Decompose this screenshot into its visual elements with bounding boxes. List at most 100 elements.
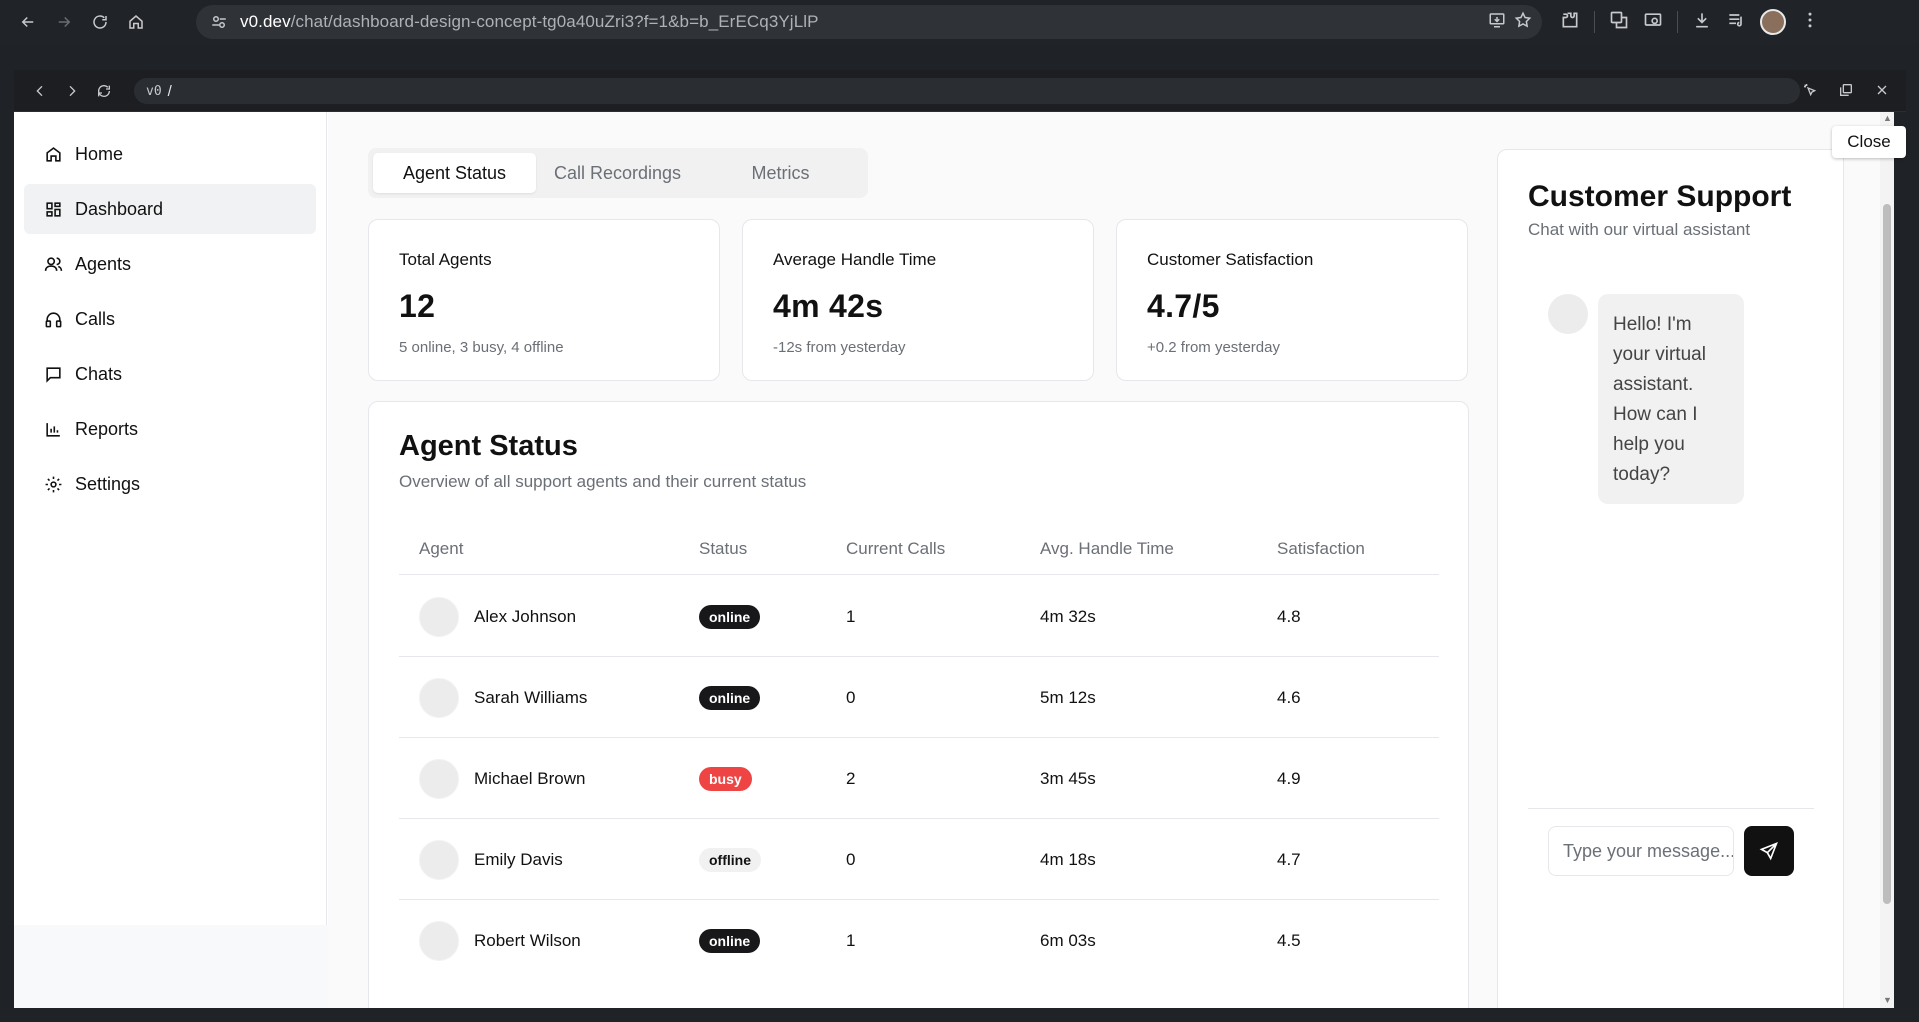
status-cell: online xyxy=(699,657,761,738)
tab-metrics[interactable]: Metrics xyxy=(699,153,862,193)
sidebar-item-label: Dashboard xyxy=(75,198,164,219)
chrome-menu-icon[interactable] xyxy=(1800,10,1820,35)
sidebar-item-label: Chats xyxy=(75,363,123,384)
lens-search-icon[interactable] xyxy=(1643,10,1663,35)
current-calls-cell: 1 xyxy=(846,930,856,950)
open-new-window-icon[interactable] xyxy=(1830,74,1862,106)
stat-value: 12 xyxy=(399,288,436,324)
forward-icon[interactable] xyxy=(46,4,82,40)
v0-logo-icon: v0 xyxy=(146,83,162,99)
sidebar-item-agents[interactable]: Agents xyxy=(24,239,316,289)
close-preview-icon[interactable] xyxy=(1866,74,1898,106)
agent-cell: Sarah Williams xyxy=(419,657,587,738)
site-settings-icon[interactable] xyxy=(204,13,234,31)
sidebar-item-settings[interactable]: Settings xyxy=(24,459,316,509)
sidebar-item-label: Calls xyxy=(75,308,116,329)
agent-cell: Michael Brown xyxy=(419,738,586,819)
reload-icon[interactable] xyxy=(82,4,118,40)
sidebar-item-reports[interactable]: Reports xyxy=(24,404,316,454)
column-header-agent: Agent xyxy=(419,539,464,558)
downloads-icon[interactable] xyxy=(1692,10,1712,35)
message-square-icon xyxy=(46,366,61,383)
current-calls-cell: 1 xyxy=(846,606,856,626)
avatar xyxy=(419,758,459,799)
sidebar-item-dashboard[interactable]: Dashboard xyxy=(24,184,316,234)
avatar xyxy=(419,596,459,637)
avg-handle-time-cell: 3m 45s xyxy=(1040,768,1096,788)
stat-card-total-agents: Total Agents 12 5 online, 3 busy, 4 offl… xyxy=(368,219,720,381)
avg-handle-time-cell: 4m 32s xyxy=(1040,606,1096,626)
agent-name: Robert Wilson xyxy=(474,930,581,950)
table-row: Michael Brown busy 2 3m 45s 4.9 xyxy=(399,738,1439,819)
sidebar-item-home[interactable]: Home xyxy=(24,129,316,179)
preview-url-bar[interactable]: v0 / xyxy=(134,78,1800,104)
agent-cell: Robert Wilson xyxy=(419,900,581,981)
bookmark-star-icon[interactable] xyxy=(1514,11,1532,34)
stat-title: Total Agents xyxy=(399,250,492,269)
translate-icon[interactable] xyxy=(1609,10,1629,35)
agent-name: Michael Brown xyxy=(474,768,586,788)
card-description: Overview of all support agents and their… xyxy=(399,472,807,491)
headphones-icon xyxy=(45,311,62,327)
sidebar-item-label: Home xyxy=(75,143,124,164)
stat-value: 4.7/5 xyxy=(1147,288,1220,324)
back-icon[interactable] xyxy=(10,4,46,40)
home-icon[interactable] xyxy=(118,4,154,40)
sidebar-item-label: Agents xyxy=(75,253,132,274)
status-cell: busy xyxy=(699,738,752,819)
sidebar-item-calls[interactable]: Calls xyxy=(24,294,316,344)
chat-title: Customer Support xyxy=(1528,180,1792,213)
agent-status-card: Agent Status Overview of all support age… xyxy=(368,401,1469,1008)
stat-title: Average Handle Time xyxy=(773,250,937,269)
bot-avatar xyxy=(1548,294,1588,334)
sidebar-item-chats[interactable]: Chats xyxy=(24,349,316,399)
gear-icon xyxy=(45,476,62,492)
sidebar-item-label: Reports xyxy=(75,418,139,439)
tab-agent-status[interactable]: Agent Status xyxy=(373,153,536,193)
column-header-current-calls: Current Calls xyxy=(846,539,946,558)
card-title: Agent Status xyxy=(399,430,578,462)
main-content: Agent Status Call Recordings Metrics Tot… xyxy=(328,112,1894,1008)
toolbar-separator xyxy=(1594,11,1595,33)
tab-list: Agent Status Call Recordings Metrics xyxy=(368,148,868,198)
chat-message-input[interactable] xyxy=(1548,826,1734,876)
send-button[interactable] xyxy=(1744,826,1794,876)
status-badge: online xyxy=(699,604,761,629)
scroll-down-arrow-icon[interactable]: ▼ xyxy=(1883,996,1892,1005)
preview-forward-icon[interactable] xyxy=(56,75,88,107)
column-header-satisfaction: Satisfaction xyxy=(1277,539,1365,558)
status-badge: busy xyxy=(699,766,752,791)
profile-avatar[interactable] xyxy=(1760,9,1786,35)
stat-title: Customer Satisfaction xyxy=(1147,250,1314,269)
satisfaction-cell: 4.7 xyxy=(1277,849,1301,869)
browser-toolbar: v0.dev/chat/dashboard-design-concept-tg0… xyxy=(0,0,1919,44)
install-app-icon[interactable] xyxy=(1488,11,1506,34)
status-cell: online xyxy=(699,900,761,981)
table-row: Sarah Williams online 0 5m 12s 4.6 xyxy=(399,657,1439,738)
extensions-icon[interactable] xyxy=(1560,10,1580,35)
preview-toolbar: v0 / xyxy=(14,70,1906,112)
scroll-up-arrow-icon[interactable]: ▲ xyxy=(1883,114,1892,123)
column-header-status: Status xyxy=(699,539,748,558)
satisfaction-cell: 4.8 xyxy=(1277,606,1301,626)
preview-back-icon[interactable] xyxy=(24,75,56,107)
media-controls-icon[interactable] xyxy=(1726,10,1746,35)
send-icon xyxy=(1759,842,1778,861)
table-row: Alex Johnson online 1 4m 32s 4.8 xyxy=(399,576,1439,657)
close-tooltip: Close xyxy=(1832,126,1906,158)
column-header-avg-handle-time: Avg. Handle Time xyxy=(1040,539,1174,558)
tab-call-recordings[interactable]: Call Recordings xyxy=(536,153,699,193)
satisfaction-cell: 4.6 xyxy=(1277,687,1301,707)
current-calls-cell: 2 xyxy=(846,768,856,788)
current-calls-cell: 0 xyxy=(846,849,856,869)
status-cell: online xyxy=(699,576,761,657)
table-row: Robert Wilson online 1 6m 03s 4.5 xyxy=(399,900,1439,981)
toolbar-separator-2 xyxy=(1677,11,1678,33)
agent-name: Emily Davis xyxy=(474,849,563,869)
address-bar[interactable]: v0.dev/chat/dashboard-design-concept-tg0… xyxy=(196,5,1542,39)
scrollbar-thumb[interactable] xyxy=(1883,204,1891,904)
preview-reload-icon[interactable] xyxy=(88,75,120,107)
page-scrollbar[interactable]: ▲ ▼ xyxy=(1880,112,1894,1008)
select-element-icon[interactable] xyxy=(1794,74,1826,106)
agent-name: Sarah Williams xyxy=(474,687,588,707)
